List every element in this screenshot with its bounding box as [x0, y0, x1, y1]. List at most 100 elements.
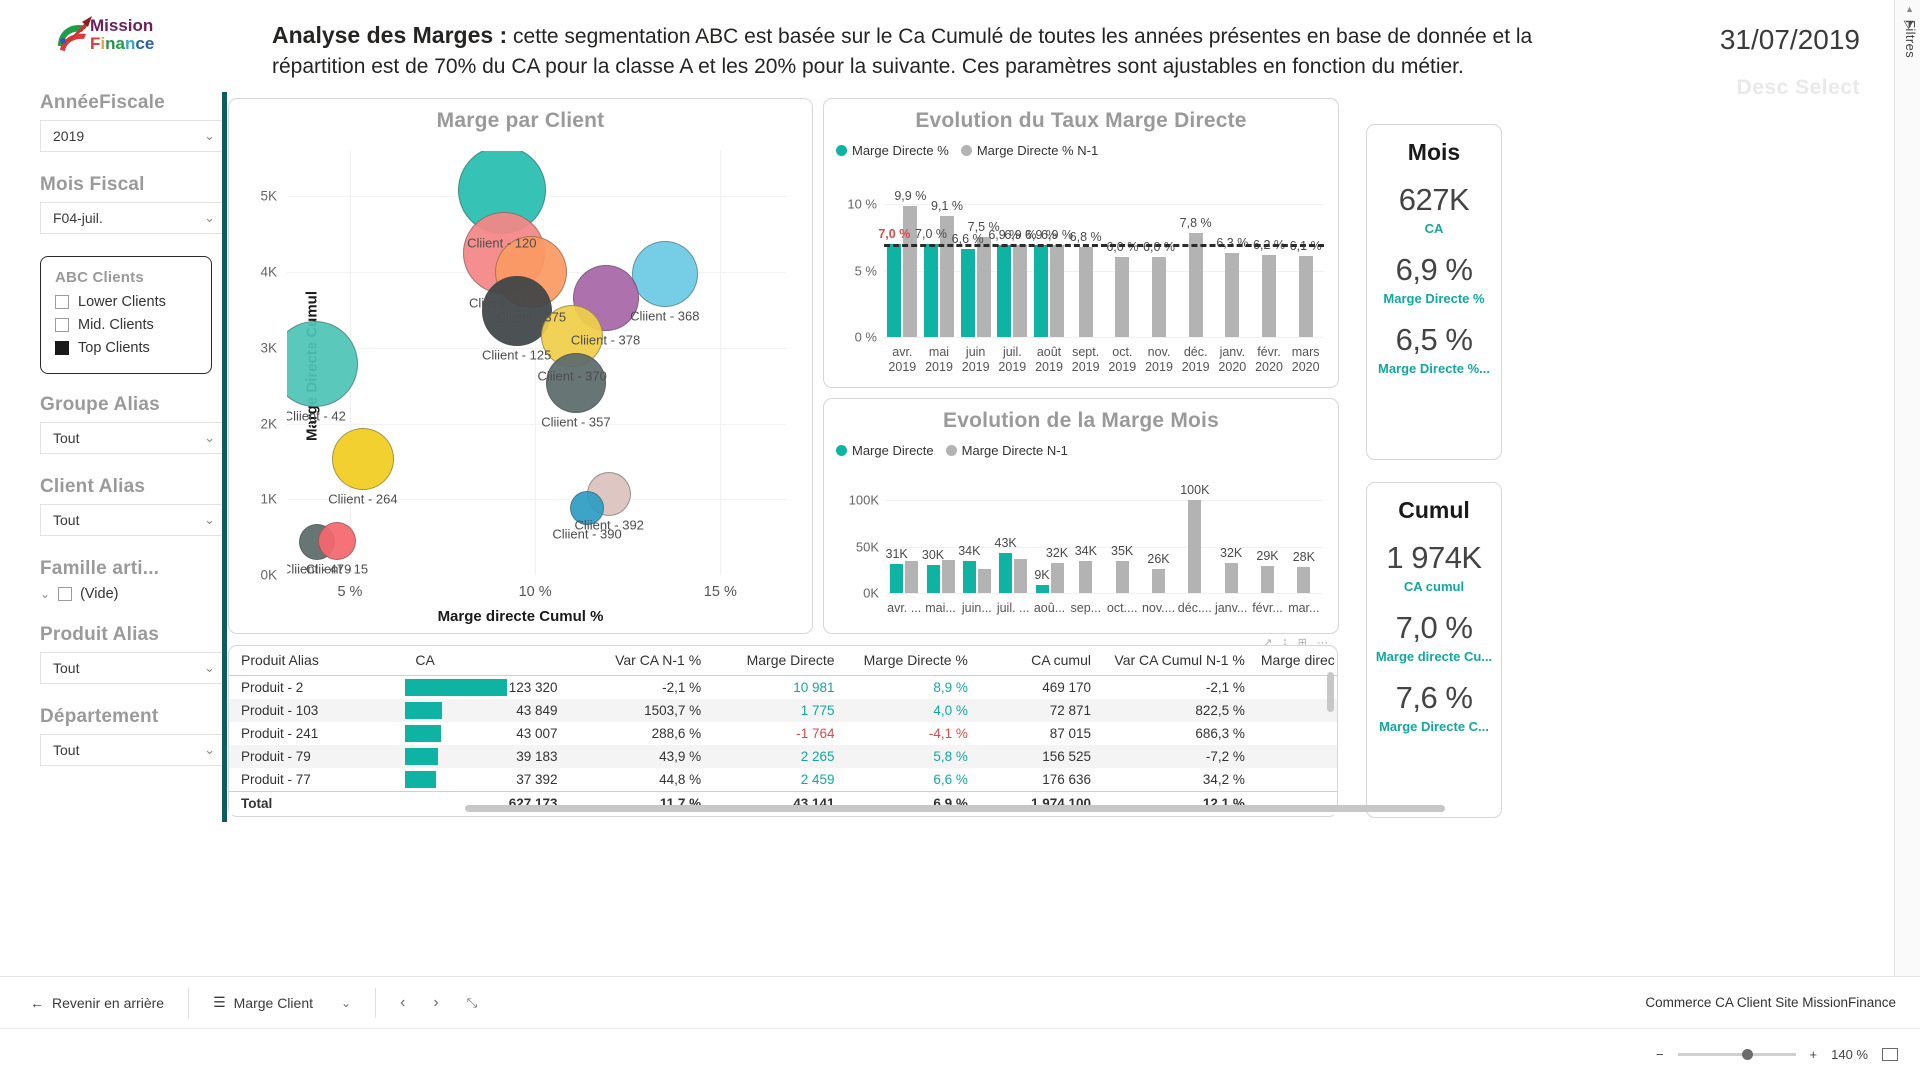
bar-current-year[interactable] [999, 553, 1013, 593]
table-produits[interactable]: Produit Alias CA Var CA N-1 % Marge Directe… [228, 645, 1445, 817]
table-row[interactable]: Produit - 77 37 392 44,8 % 2 459 6,6 % 176 63… [229, 768, 1337, 792]
focus-mode-icon[interactable]: ⤡ [455, 995, 489, 1011]
checkbox-checked-icon[interactable] [55, 340, 69, 355]
table-row[interactable]: Produit - 79 39 183 43,9 % 2 265 5,8 % 156 52… [229, 745, 1337, 768]
bar-previous-year[interactable] [1297, 567, 1311, 593]
table-column-header[interactable]: Var CA N-1 % [567, 646, 712, 676]
bar-previous-year[interactable] [1188, 500, 1202, 593]
legend-item[interactable]: Marge Directe N-1 [945, 443, 1068, 458]
dropdown-annee-fiscale[interactable]: 2019 ⌄ [40, 120, 226, 152]
table-column-header[interactable]: CA [403, 646, 568, 676]
bar-previous-year[interactable] [1050, 563, 1064, 593]
bar-previous-year[interactable] [1188, 233, 1203, 337]
dropdown-client-alias[interactable]: Tout ⌄ [40, 504, 226, 536]
dropdown-mois-fiscal[interactable]: F04-juil. ⌄ [40, 202, 226, 234]
bar-previous-year[interactable] [1298, 256, 1313, 337]
abc-option-mid[interactable]: Mid. Clients [55, 313, 197, 336]
scatter-bubble[interactable] [287, 320, 358, 407]
abc-option-lower[interactable]: Lower Clients [55, 290, 197, 313]
zoom-slider[interactable] [1677, 1049, 1796, 1060]
filters-rail[interactable]: ▲ ⧩ Filtres [1894, 0, 1920, 1002]
bar-previous-year[interactable] [1115, 257, 1130, 337]
zoom-in-icon[interactable]: + [1810, 1047, 1818, 1062]
filters-tab-label[interactable]: Filtres [1903, 20, 1918, 58]
bar-current-year[interactable] [887, 244, 902, 337]
zoom-out-icon[interactable]: − [1656, 1047, 1664, 1062]
chart-evolution-marge-mois[interactable]: Evolution de la Marge Mois Marge Directe… [823, 398, 1339, 649]
zoom-slider-handle[interactable] [1741, 1049, 1753, 1060]
abc-option-top[interactable]: Top Clients [55, 336, 197, 359]
legend-item[interactable]: Marge Directe % N-1 [960, 143, 1098, 158]
bar-previous-year[interactable] [1261, 566, 1274, 593]
table-header-row[interactable]: Produit Alias CA Var CA N-1 % Marge Directe… [229, 646, 1337, 676]
bar-previous-year[interactable] [1152, 568, 1165, 593]
bar-previous-year[interactable] [1050, 245, 1064, 337]
fit-to-page-icon[interactable] [1882, 1048, 1898, 1061]
dropdown-produit-alias[interactable]: Tout ⌄ [40, 652, 226, 684]
back-button[interactable]: ← Revenir en arrière [18, 985, 176, 1021]
bar-previous-year[interactable] [1014, 558, 1028, 593]
bar-previous-year[interactable] [1152, 257, 1166, 337]
dropdown-groupe-alias[interactable]: Tout ⌄ [40, 422, 226, 454]
bar-current-year[interactable] [960, 249, 975, 337]
chart-legend[interactable]: Marge Directe Marge Directe N-1 [836, 443, 1068, 458]
legend-item[interactable]: Marge Directe % [836, 143, 949, 158]
table-column-header[interactable]: Produit Alias [229, 646, 404, 676]
bar-previous-year[interactable] [1224, 563, 1238, 593]
table-column-header[interactable]: Marge direc [1254, 646, 1337, 676]
bar-plot-area[interactable]: 0 % 5 % 10 % 9,9 % 7,0 % avr. 2019 9,1 % 7,0 % ma… [847, 189, 1324, 374]
table-column-header[interactable]: CA cumul [977, 646, 1101, 676]
chart-marge-par-client[interactable]: Marge par Client Marge Directe Cumul Mar… [228, 98, 813, 634]
chart-legend[interactable]: Marge Directe % Marge Directe % N-1 [836, 143, 1098, 158]
bar-previous-year[interactable] [1115, 560, 1129, 593]
table-row[interactable]: Produit - 2 123 320 -2,1 % 10 981 8,9 % 469 1… [229, 676, 1337, 700]
table-row[interactable]: Produit - 103 43 849 1503,7 % 1 775 4,0 % 72 … [229, 699, 1337, 722]
bar-previous-year[interactable] [1078, 246, 1093, 337]
scatter-bubble[interactable] [631, 240, 698, 307]
legend-item[interactable]: Marge Directe [836, 443, 934, 458]
table-column-header[interactable]: Marge Directe % [844, 646, 978, 676]
bar-previous-year[interactable] [976, 237, 991, 337]
scroll-up-icon[interactable]: ▲ [1905, 4, 1914, 14]
table-horizontal-scrollbar[interactable] [465, 805, 1445, 812]
famille-item-vide[interactable]: ⌄ (Vide) [40, 586, 226, 602]
chevron-down-icon[interactable]: ⌄ [40, 587, 50, 601]
scatter-bubble[interactable] [331, 428, 394, 491]
bar-previous-year[interactable] [941, 559, 955, 593]
scatter-bubble[interactable] [318, 521, 356, 560]
bar-plot-area[interactable]: 0K 50K 100K 31K avr. ... 30K mai... 34K juin... 4… [849, 483, 1322, 615]
bar-current-year[interactable] [997, 245, 1012, 337]
dropdown-departement[interactable]: Tout ⌄ [40, 734, 226, 766]
chevron-down-icon[interactable]: ⌄ [329, 996, 363, 1010]
previous-page-icon[interactable]: ‹ [388, 994, 417, 1012]
checkbox-icon[interactable] [58, 587, 73, 601]
next-page-icon[interactable]: › [421, 994, 450, 1012]
checkbox-icon[interactable] [55, 294, 69, 309]
table-vertical-scrollbar[interactable] [1327, 672, 1334, 712]
bar-previous-year[interactable] [1225, 253, 1240, 337]
bar-current-year[interactable] [1035, 584, 1049, 593]
table-body[interactable]: Produit - 2 123 320 -2,1 % 10 981 8,9 % 469 1… [229, 676, 1337, 815]
bar-previous-year[interactable] [1262, 254, 1276, 337]
chart-evolution-taux-marge-directe[interactable]: Evolution du Taux Marge Directe Marge Di… [823, 98, 1339, 388]
table-row[interactable]: Produit - 241 43 007 288,6 % -1 764 -4,1 % 87… [229, 722, 1337, 745]
bar-current-year[interactable] [890, 564, 904, 593]
bar-previous-year[interactable] [977, 568, 991, 593]
bar-current-year[interactable] [962, 561, 976, 593]
table-column-header[interactable]: Marge Directe [711, 646, 845, 676]
bar-current-year[interactable] [926, 565, 940, 593]
checkbox-icon[interactable] [55, 317, 69, 332]
gridline [884, 337, 1324, 338]
bar-current-year[interactable] [924, 244, 938, 337]
page-selector[interactable]: ☰ Marge Client [201, 985, 325, 1021]
scatter-bubble[interactable] [570, 491, 604, 526]
bar-previous-year[interactable] [905, 561, 919, 593]
bar-previous-year[interactable] [1079, 561, 1093, 593]
bar-previous-year[interactable] [1013, 245, 1028, 337]
bar-current-year[interactable] [1034, 245, 1048, 337]
scatter-bubble[interactable] [545, 353, 606, 414]
bar-previous-year[interactable] [903, 205, 918, 337]
scatter-plot-area[interactable]: Cliient - 120 Cliient - 513 Cliient - 375 C… [260, 151, 787, 600]
table-column-header[interactable]: Var CA Cumul N-1 % [1101, 646, 1255, 676]
bar-data-label: 34K [1074, 544, 1097, 559]
